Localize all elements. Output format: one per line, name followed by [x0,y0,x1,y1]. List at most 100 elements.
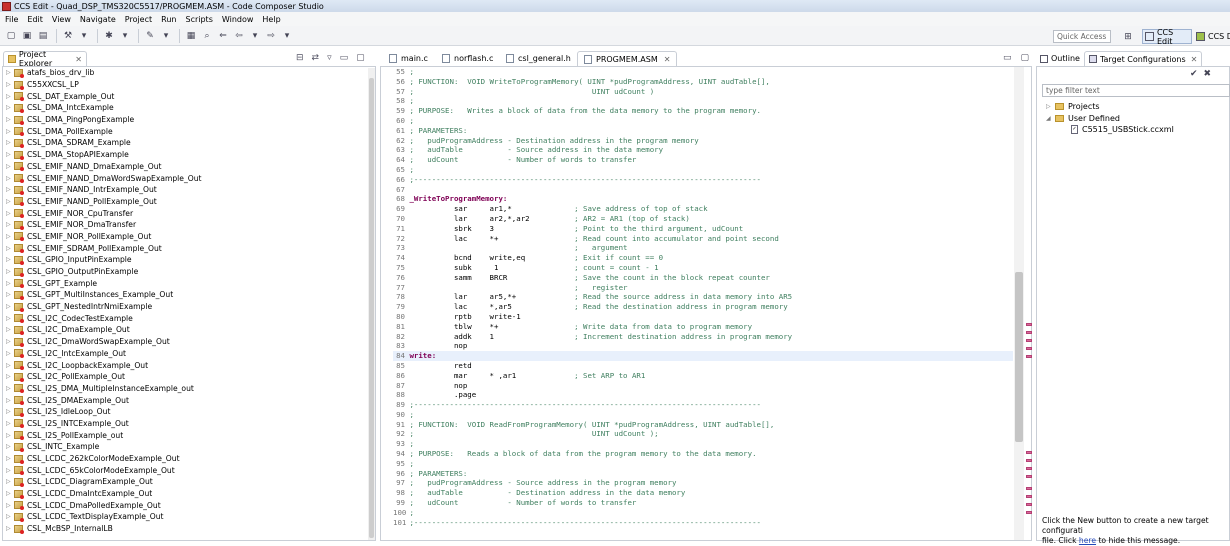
code-line[interactable]: ✕69 sar ar1,* ; Save address of top of s… [393,204,1013,214]
code-line[interactable]: 63 ; audTable - Source address in the da… [393,145,1013,155]
project-tree-item[interactable]: ▷ CSL_DAT_Example_Out [6,90,366,102]
tab-norflash-c[interactable]: norflash.c [436,51,499,66]
error-marker[interactable] [1026,355,1032,358]
code-line[interactable]: 61 ; PARAMETERS: [393,126,1013,136]
expand-icon[interactable]: ▷ [6,525,14,532]
expand-icon[interactable]: ▷ [6,478,14,485]
menu-navigate[interactable]: Navigate [80,15,116,24]
code-line[interactable]: 59 ; PURPOSE: Writes a block of data fro… [393,106,1013,116]
project-tree-item[interactable]: ▷ CSL_DMA_StopAPIExample [6,149,366,161]
code-line[interactable]: 96 ; PARAMETERS: [393,469,1013,479]
project-tree-item[interactable]: ▷ CSL_GPIO_OutputPinExample [6,266,366,278]
perspective-ccs-debug-button[interactable]: CCS D [1196,29,1230,44]
code-line[interactable]: ✕70 lar ar2,*,ar2 ; AR2 = AR1 (top of st… [393,214,1013,224]
project-tree-item[interactable]: ▷ CSL_INTC_Example [6,441,366,453]
tab-csl-general-h[interactable]: csl_general.h [500,51,577,66]
new-target-config-icon[interactable]: ✔ [1190,69,1198,79]
code-line[interactable]: 87 nop [393,381,1013,391]
code-line[interactable]: 91 ; FUNCTION: VOID ReadFromProgramMemor… [393,420,1013,430]
debug-icon[interactable]: ✱ [102,29,116,43]
code-line[interactable]: ✕72 lac *+ ; Read count into accumulator… [393,234,1013,244]
expand-icon[interactable]: ▷ [6,186,14,193]
expand-icon[interactable]: ▷ [6,513,14,520]
tab-project-explorer[interactable]: Project Explorer ✕ [3,50,87,68]
project-tree-item[interactable]: ▷ CSL_DMA_PollExample [6,125,366,137]
expand-icon[interactable]: ▷ [6,116,14,123]
error-marker[interactable] [1026,495,1032,498]
project-tree-item[interactable]: ▷ CSL_LCDC_TextDisplayExample_Out [6,511,366,523]
expand-icon[interactable]: ▷ [6,443,14,450]
tab-target-configurations[interactable]: Target Configurations ✕ [1083,51,1203,66]
code-line[interactable]: 85 retd [393,361,1013,371]
editor-gutter[interactable] [381,67,393,540]
toggle-breadcrumb-icon[interactable]: ▦ [184,29,198,43]
code-line[interactable]: 89 ;------------------------------------… [393,400,1013,410]
menu-window[interactable]: Window [222,15,254,24]
error-marker[interactable] [1026,339,1032,342]
save-icon[interactable]: ▣ [20,29,34,43]
tab-progmem-asm[interactable]: PROGMEM.ASM ✕ [577,51,678,66]
project-tree-item[interactable]: ▷ CSL_I2C_DmaExample_Out [6,324,366,336]
expand-icon[interactable]: ▷ [1046,103,1055,110]
code-line[interactable]: 64 ; udCount - Number of words to transf… [393,155,1013,165]
open-perspective-icon[interactable]: ⊞ [1121,30,1135,43]
expand-icon[interactable]: ▷ [6,338,14,345]
project-tree-item[interactable]: ▷ CSL_I2S_IdleLoop_Out [6,406,366,418]
code-line[interactable]: 92 ; UINT udCount ); [393,429,1013,439]
code-line[interactable]: 84 write: [393,351,1013,361]
perspective-ccs-edit-button[interactable]: CCS Edit [1142,28,1192,46]
expand-icon[interactable]: ▷ [6,350,14,357]
expand-icon[interactable]: ▷ [6,163,14,170]
new-icon[interactable]: ▢ [4,29,18,43]
project-tree-item[interactable]: ▷ CSL_EMIF_NAND_DmaExample_Out [6,161,366,173]
quick-access-input[interactable]: Quick Access [1053,30,1111,43]
expand-icon[interactable]: ▷ [6,256,14,263]
code-line[interactable]: 56 ; FUNCTION: VOID WriteToProgramMemory… [393,77,1013,87]
expand-icon[interactable]: ▷ [6,432,14,439]
code-line[interactable]: 62 ; pudProgramAddress - Destination add… [393,136,1013,146]
expand-icon[interactable]: ▷ [6,104,14,111]
link-with-editor-icon[interactable]: ⇄ [312,53,320,63]
code-line[interactable]: 93 ; [393,439,1013,449]
project-tree-item[interactable]: ▷ CSL_I2C_DmaWordSwapExample_Out [6,336,366,348]
view-menu-icon[interactable]: ▿ [327,53,332,63]
expand-icon[interactable]: ▷ [6,128,14,135]
collapse-all-icon[interactable]: ⊟ [296,53,304,63]
code-line[interactable]: 99 ; udCount - Number of words to transf… [393,498,1013,508]
code-line[interactable]: 80 rptb write-1 [393,312,1013,322]
expand-icon[interactable]: ▷ [6,69,14,76]
expand-icon[interactable]: ▷ [6,362,14,369]
error-marker[interactable] [1026,459,1032,462]
flash-icon[interactable]: ✎ [143,29,157,43]
menu-view[interactable]: View [52,15,71,24]
error-marker[interactable] [1026,487,1032,490]
error-marker[interactable] [1026,475,1032,478]
menu-file[interactable]: File [5,15,18,24]
menu-edit[interactable]: Edit [27,15,43,24]
code-line[interactable]: ✕82 addk 1 ; Increment destination addre… [393,332,1013,342]
code-line[interactable]: ✕71 sbrk 3 ; Point to the third argument… [393,224,1013,234]
expand-icon[interactable]: ▷ [6,93,14,100]
expand-icon[interactable]: ▷ [6,420,14,427]
expand-icon[interactable]: ▷ [6,245,14,252]
code-line[interactable]: 73 ; argument [393,243,1013,253]
project-tree-item[interactable]: ▷ CSL_GPT_Example [6,277,366,289]
maximize-icon[interactable]: ▢ [1021,53,1030,63]
project-tree-item[interactable]: ▷ CSL_EMIF_NOR_DmaTransfer [6,219,366,231]
code-line[interactable]: 77 ; register [393,283,1013,293]
debug-dropdown-icon[interactable]: ▾ [118,29,132,43]
error-marker[interactable] [1026,511,1032,514]
expand-icon[interactable]: ▷ [6,455,14,462]
project-tree-item[interactable]: ▷ CSL_GPIO_InputPinExample [6,254,366,266]
forward-icon[interactable]: ⇨ [264,29,278,43]
code-line[interactable]: ✕78 lar ar5,*+ ; Read the source address… [393,292,1013,302]
code-line[interactable]: 88 .page [393,390,1013,400]
code-line[interactable]: ✕79 lac *,ar5 ; Read the destination add… [393,302,1013,312]
code-line[interactable]: 94 ; PURPOSE: Reads a block of data from… [393,449,1013,459]
project-tree-item[interactable]: ▷ CSL_GPT_MultiInstances_Example_Out [6,289,366,301]
filter-input[interactable]: type filter text [1042,84,1230,97]
menu-scripts[interactable]: Scripts [185,15,212,24]
project-tree-item[interactable]: ▷ C55XXCSL_LP [6,79,366,91]
code-line[interactable]: ✕81 tblw *+ ; Write data from data to pr… [393,322,1013,332]
error-marker[interactable] [1026,323,1032,326]
